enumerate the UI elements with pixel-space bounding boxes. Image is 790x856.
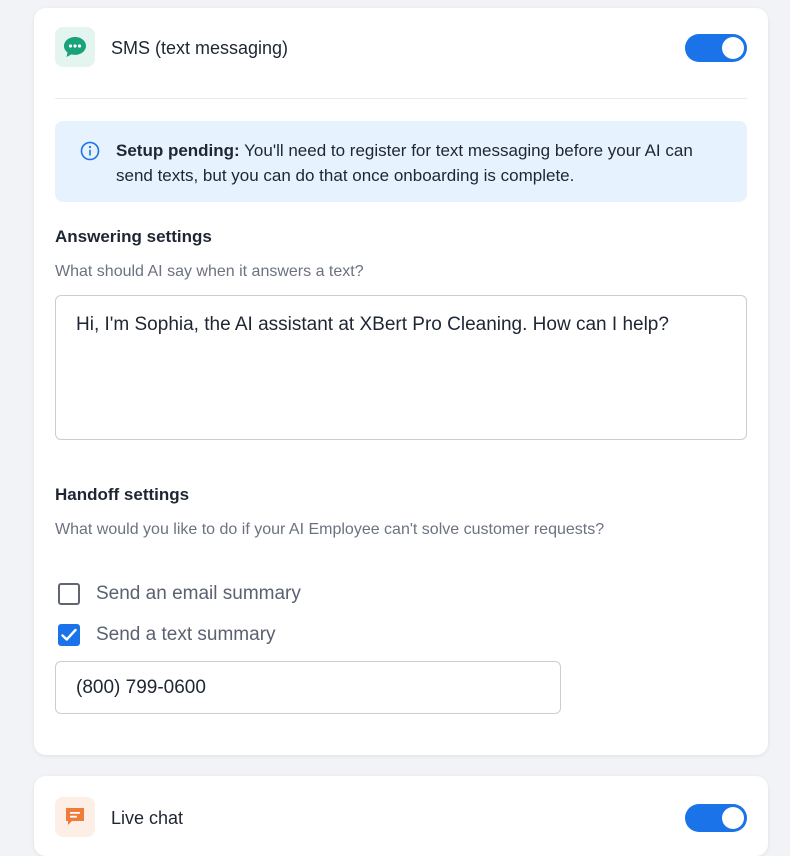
live-chat-enabled-toggle[interactable] — [685, 804, 747, 832]
toggle-knob — [722, 807, 744, 829]
notice-bold-label: Setup pending: — [116, 141, 240, 160]
setup-pending-notice: Setup pending: You'll need to register f… — [55, 121, 747, 202]
answering-settings-subtitle: What should AI say when it answers a tex… — [55, 263, 364, 280]
text-summary-label: Send a text summary — [96, 624, 276, 645]
sms-enabled-toggle[interactable] — [685, 34, 747, 62]
text-summary-option[interactable]: Send a text summary — [58, 624, 276, 646]
handoff-settings-subtitle: What would you like to do if your AI Emp… — [55, 521, 605, 538]
phone-number-input[interactable] — [55, 661, 561, 714]
email-summary-label: Send an email summary — [96, 583, 301, 604]
email-summary-checkbox[interactable] — [58, 583, 80, 605]
sms-channel-card: SMS (text messaging) Setup pending: You'… — [34, 8, 768, 755]
greeting-textarea[interactable]: Hi, I'm Sophia, the AI assistant at XBer… — [55, 295, 747, 440]
header-divider — [55, 98, 747, 99]
handoff-settings-title: Handoff settings — [55, 485, 190, 504]
answering-settings-title: Answering settings — [55, 227, 212, 246]
toggle-knob — [722, 37, 744, 59]
text-summary-checkbox[interactable] — [58, 624, 80, 646]
live-chat-channel-card: Live chat — [34, 776, 768, 856]
speech-bubble-dots-icon — [55, 27, 95, 67]
live-chat-title: Live chat — [111, 808, 184, 828]
sms-channel-title: SMS (text messaging) — [111, 38, 289, 58]
email-summary-option[interactable]: Send an email summary — [58, 583, 301, 605]
checkmark-icon — [61, 628, 77, 641]
chat-lines-icon — [55, 797, 95, 837]
info-icon — [80, 141, 100, 168]
